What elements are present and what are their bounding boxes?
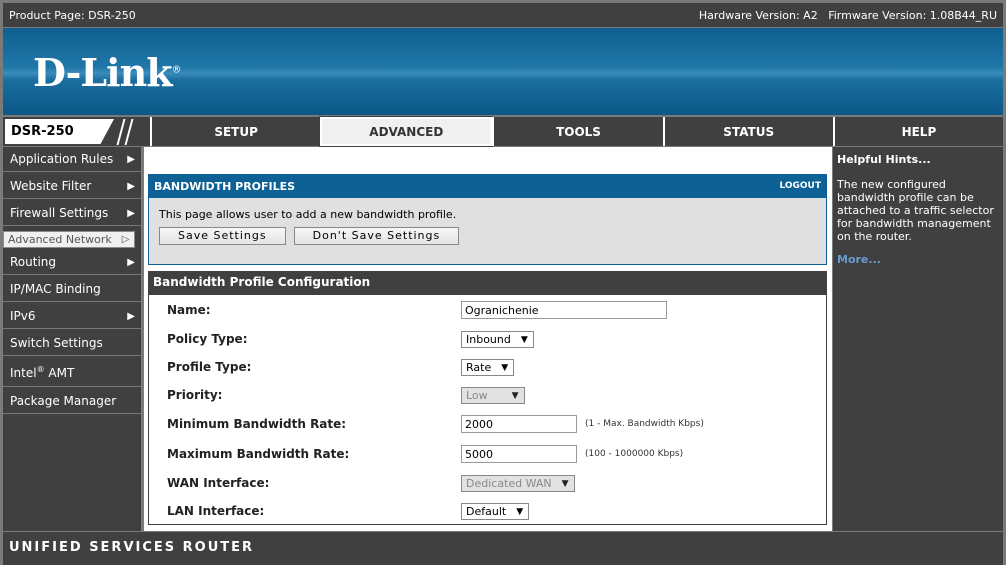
dropdown-icon: ▼ — [511, 390, 519, 401]
max-bandwidth-input[interactable] — [461, 445, 577, 463]
dropdown-icon: ▼ — [516, 506, 524, 517]
tab-status[interactable]: STATUS — [662, 117, 833, 146]
max-bandwidth-label: Maximum Bandwidth Rate: — [167, 447, 350, 461]
min-bandwidth-hint: (1 - Max. Bandwidth Kbps) — [585, 419, 704, 429]
priority-label: Priority: — [167, 388, 223, 402]
model-label: DSR-250 — [3, 117, 150, 146]
content: BANDWIDTH PROFILES LOGOUT This page allow… — [144, 147, 832, 531]
tab-help[interactable]: HELP — [832, 117, 1003, 146]
config-header: Bandwidth Profile Configuration — [148, 271, 827, 295]
dropdown-icon: ▼ — [561, 478, 569, 489]
sidebar-item-intel-amt[interactable]: Intel® AMT — [3, 358, 141, 387]
policy-type-label: Policy Type: — [167, 332, 248, 346]
panel-body: This page allows user to add a new bandw… — [148, 198, 827, 265]
banner: D-Link® — [3, 28, 1003, 115]
logout-link[interactable]: LOGOUT — [779, 181, 821, 191]
hardware-version: Hardware Version: A2 — [698, 8, 818, 22]
help-text: The new configured bandwidth profile can… — [837, 178, 994, 243]
sidebar-item-routing[interactable]: Routing ▶ — [3, 250, 141, 275]
min-bandwidth-label: Minimum Bandwidth Rate: — [167, 417, 347, 431]
wan-interface-select[interactable]: Dedicated WAN ▼ — [461, 475, 575, 492]
save-settings-button[interactable]: Save Settings — [159, 227, 286, 245]
sidebar-item-website-filter[interactable]: Website Filter ▶ — [3, 174, 141, 199]
help-panel: Helpful Hints... The new configured band… — [833, 147, 1003, 531]
profile-type-label: Profile Type: — [167, 360, 252, 374]
wan-interface-label: WAN Interface: — [167, 476, 270, 490]
arrow-right-icon: ▶ — [127, 256, 135, 268]
arrow-right-icon: ▶ — [127, 207, 135, 219]
lan-interface-select[interactable]: Default ▼ — [461, 503, 530, 520]
name-input[interactable] — [461, 301, 667, 319]
dropdown-icon: ▼ — [520, 334, 528, 345]
help-title: Helpful Hints... — [837, 153, 931, 166]
sidebar-item-advanced-network[interactable]: Advanced Network ▷ — [3, 231, 136, 248]
name-label: Name: — [167, 303, 211, 317]
config-form: Name: Policy Type: Inbound▼ Profile Type… — [148, 295, 827, 525]
arrow-right-icon: ▶ — [127, 180, 135, 192]
policy-type-select[interactable]: Inbound ▼ — [461, 331, 534, 348]
firmware-version: Firmware Version: 1.08B44_RU — [828, 8, 997, 22]
sidebar-item-ip-mac-binding[interactable]: IP/MAC Binding — [3, 277, 141, 302]
tab-setup[interactable]: SETUP — [150, 117, 320, 146]
top-bar: Product Page: DSR-250 Hardware Version: … — [3, 3, 1003, 27]
lan-interface-label: LAN Interface: — [167, 504, 265, 518]
dlink-logo: D-Link® — [33, 50, 182, 95]
sidebar: Application Rules ▶ Website Filter ▶ Firew… — [3, 147, 141, 531]
panel-header: BANDWIDTH PROFILES LOGOUT — [148, 174, 827, 198]
arrow-right-outline-icon: ▷ — [121, 234, 130, 245]
main-nav: DSR-250 SETUP ADVANCED TOOLS STATUS HELP — [3, 116, 1003, 147]
more-link[interactable]: More... — [837, 253, 999, 266]
dropdown-icon: ▼ — [501, 362, 509, 373]
profile-type-select[interactable]: Rate ▼ — [461, 359, 515, 376]
tab-tools[interactable]: TOOLS — [492, 117, 662, 146]
arrow-right-icon: ▶ — [127, 153, 135, 165]
sidebar-item-ipv6[interactable]: IPv6 ▶ — [3, 304, 141, 329]
sidebar-item-application-rules[interactable]: Application Rules ▶ — [3, 147, 141, 172]
page-description: This page allows user to add a new bandw… — [159, 208, 457, 221]
product-page: Product Page: DSR-250 — [9, 8, 136, 22]
arrow-right-icon: ▶ — [127, 310, 135, 322]
sidebar-item-package-manager[interactable]: Package Manager — [3, 389, 141, 414]
dont-save-settings-button[interactable]: Don't Save Settings — [293, 227, 460, 245]
sidebar-item-firewall-settings[interactable]: Firewall Settings ▶ — [3, 201, 141, 226]
tab-advanced[interactable]: ADVANCED — [319, 116, 494, 147]
max-bandwidth-hint: (100 - 1000000 Kbps) — [585, 449, 684, 459]
priority-select[interactable]: Low ▼ — [461, 387, 525, 404]
sidebar-item-switch-settings[interactable]: Switch Settings — [3, 331, 141, 356]
footer: UNIFIED SERVICES ROUTER — [3, 532, 1003, 565]
min-bandwidth-input[interactable] — [461, 415, 577, 433]
